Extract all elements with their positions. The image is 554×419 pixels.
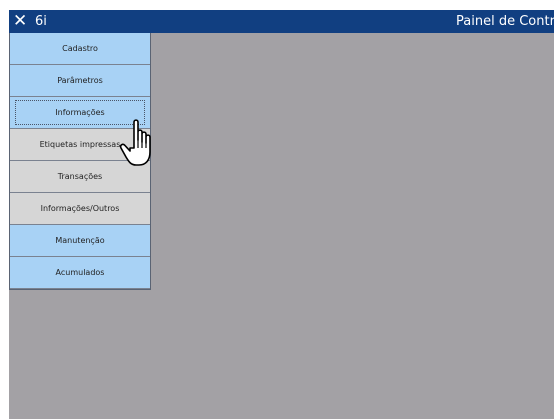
- close-icon[interactable]: ✕: [13, 11, 27, 31]
- menu-item-label: Acumulados: [55, 268, 105, 277]
- hand-pointer-icon: [119, 119, 151, 166]
- app-name: 6i: [35, 14, 47, 29]
- menu-item-parametros[interactable]: Parâmetros: [10, 65, 150, 97]
- menu-item-label: Etiquetas impressas: [39, 140, 121, 149]
- screen: ✕ 6i Painel de Controle Cadastro Parâmet…: [0, 0, 554, 419]
- menu-item-label: Informações/Outros: [40, 204, 120, 213]
- menu-item-cadastro[interactable]: Cadastro: [10, 33, 150, 65]
- menu-item-label: Transações: [57, 172, 103, 181]
- menu-item-label: Manutenção: [55, 236, 105, 245]
- title-bar: ✕ 6i Painel de Controle: [9, 10, 554, 33]
- menu-item-label: Cadastro: [62, 44, 98, 53]
- panel-title: Painel de Controle: [456, 14, 554, 29]
- menu-item-acumulados[interactable]: Acumulados: [10, 257, 150, 289]
- menu-item-label: Parâmetros: [57, 76, 103, 85]
- menu-item-informacoes-outros[interactable]: Informações/Outros: [10, 193, 150, 225]
- content-area: Cadastro Parâmetros Informações Etiqueta…: [9, 33, 554, 419]
- menu-item-manutencao[interactable]: Manutenção: [10, 225, 150, 257]
